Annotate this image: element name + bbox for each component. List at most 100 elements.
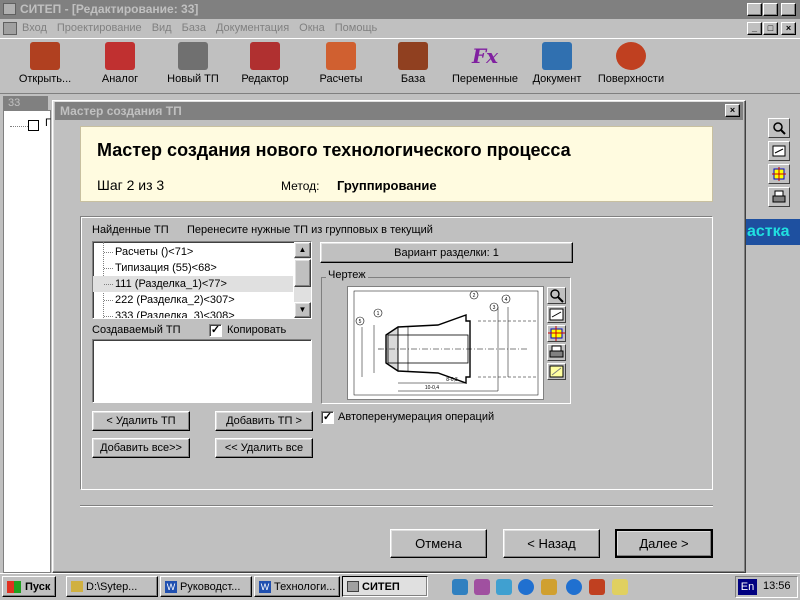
list-item[interactable]: 333 (Разделка_3)<308> (93, 308, 293, 318)
wizard-header: Мастер создания нового технологического … (80, 126, 713, 202)
analog-icon (105, 42, 135, 70)
drawing-preview[interactable]: 1 2 3 4 5 8-0,3 10-0,4 (347, 286, 544, 400)
app-title: СИТЕП - [Редактирование: 33] (20, 2, 199, 16)
tray-icon-3[interactable] (496, 579, 512, 595)
clock: 13:56 (763, 580, 791, 592)
remove-all-button[interactable]: << Удалить все (215, 438, 313, 458)
menu-design[interactable]: Проектирование (57, 19, 142, 38)
ie-icon[interactable] (518, 579, 534, 595)
drawing-print-icon[interactable] (547, 344, 566, 361)
minimize-button[interactable]: _ (747, 3, 762, 16)
doc-icon (3, 22, 17, 35)
copy-checkbox[interactable]: ✓ (209, 324, 222, 337)
editor-icon (250, 42, 280, 70)
doc-restore-button[interactable]: □ (763, 22, 778, 35)
folder-icon (71, 581, 83, 592)
fx-icon: Fx (471, 44, 499, 68)
scroll-thumb[interactable] (294, 259, 311, 287)
add-tp-button[interactable]: Добавить ТП > (215, 411, 313, 431)
app-title-bar: СИТЕП - [Редактирование: 33] _ □ × (0, 0, 800, 19)
add-all-button[interactable]: Добавить все>> (92, 438, 190, 458)
toolbar-calculations-button[interactable]: Расчеты (306, 42, 376, 85)
fit-icon[interactable] (768, 164, 790, 184)
drawing-tag: 1 (377, 311, 380, 317)
toolbar-new-tp-button[interactable]: Новый ТП (158, 42, 228, 85)
tray-icon-1[interactable] (452, 579, 468, 595)
document-icon (542, 42, 572, 70)
taskbar-item-word2[interactable]: W Технологи... (254, 576, 340, 597)
list-item[interactable]: 222 (Разделка_2)<307> (93, 292, 293, 308)
drawing-label: Чертеж (326, 269, 368, 281)
start-button[interactable]: Пуск (2, 576, 56, 597)
toolbar-surfaces-button[interactable]: Поверхности (596, 42, 666, 85)
back-button[interactable]: < Назад (503, 529, 600, 558)
doc-minimize-button[interactable]: _ (747, 22, 762, 35)
toolbar-variables-button[interactable]: Fx Переменные (450, 42, 520, 85)
list-item-selected[interactable]: 111 (Разделка_1)<77> (93, 276, 293, 292)
print-icon[interactable] (768, 187, 790, 207)
menu-windows[interactable]: Окна (299, 19, 325, 38)
surfaces-icon (616, 42, 646, 70)
menu-documentation[interactable]: Документация (216, 19, 289, 38)
copy-label: Копировать (227, 324, 287, 336)
next-button[interactable]: Далее > (615, 529, 713, 558)
tray-icon-2[interactable] (474, 579, 490, 595)
toolbar-open-button[interactable]: Открыть... (10, 42, 80, 85)
method-value: Группирование (337, 178, 437, 193)
side-banner: астка (742, 219, 800, 245)
scroll-down-button[interactable]: ▼ (294, 302, 311, 318)
variant-button[interactable]: Вариант разделки: 1 (320, 242, 573, 263)
menu-help[interactable]: Помощь (335, 19, 378, 38)
windows-logo-icon (7, 580, 21, 593)
wizard-header-title: Мастер создания нового технологического … (97, 140, 571, 160)
dialog-title-bar: Мастер создания ТП × (55, 102, 743, 120)
menu-bar: Вход Проектирование Вид База Документаци… (0, 19, 800, 38)
database-icon (398, 42, 428, 70)
list-item[interactable]: Расчеты ()<71> (93, 244, 293, 260)
drawing-tag: 3 (493, 305, 496, 311)
part-drawing: 1 2 3 4 5 8-0,3 10-0,4 (353, 290, 539, 396)
menu-view[interactable]: Вид (152, 19, 172, 38)
taskbar-item-sitep[interactable]: СИТЕП (342, 576, 428, 597)
menu-login[interactable]: Вход (22, 19, 47, 38)
drawing-dimension: 10-0,4 (425, 385, 439, 391)
drawing-fit-icon[interactable] (547, 325, 566, 342)
toolbar-document-button[interactable]: Документ (522, 42, 592, 85)
drawing-window-icon[interactable] (547, 306, 566, 323)
ie-icon[interactable] (566, 579, 582, 595)
drawing-settings-icon[interactable] (547, 363, 566, 380)
word-icon: W (165, 580, 177, 593)
found-tp-list[interactable]: Расчеты ()<71> Типизация (55)<68> 111 (Р… (92, 241, 312, 319)
taskbar-item-explorer[interactable]: D:\Sytep... (66, 576, 158, 597)
remove-tp-button[interactable]: < Удалить ТП (92, 411, 190, 431)
taskbar-item-word1[interactable]: W Руководст... (160, 576, 252, 597)
tray-icon-5[interactable] (541, 579, 557, 595)
tree-node-label: Г (45, 117, 51, 129)
doc-close-button[interactable]: × (781, 22, 796, 35)
scroll-up-button[interactable]: ▲ (294, 242, 311, 258)
tray-icon-7[interactable] (589, 579, 605, 595)
zoom-icon[interactable] (768, 118, 790, 138)
language-indicator[interactable]: En (738, 579, 757, 595)
close-button[interactable]: × (781, 3, 796, 16)
toolbar-editor-button[interactable]: Редактор (230, 42, 300, 85)
tray-icon-8[interactable] (612, 579, 628, 595)
drawing-dimension: 8-0,3 (446, 377, 458, 383)
toolbar-database-button[interactable]: База (378, 42, 448, 85)
dialog-close-button[interactable]: × (725, 104, 740, 117)
cancel-button[interactable]: Отмена (390, 529, 487, 558)
separator (80, 505, 713, 507)
drawing-tag: 5 (359, 319, 362, 325)
new-tp-icon (178, 42, 208, 70)
found-list-scrollbar[interactable]: ▲ ▼ (294, 242, 311, 318)
created-tp-list[interactable] (92, 339, 312, 403)
dialog-title: Мастер создания ТП (60, 104, 182, 118)
maximize-button[interactable]: □ (763, 3, 778, 16)
drawing-zoom-icon[interactable] (547, 287, 566, 304)
tree-node-box[interactable] (28, 120, 39, 131)
window-icon[interactable] (768, 141, 790, 161)
toolbar-analog-button[interactable]: Аналог (85, 42, 155, 85)
list-item[interactable]: Типизация (55)<68> (93, 260, 293, 276)
menu-database[interactable]: База (182, 19, 206, 38)
autorenum-checkbox[interactable]: ✓ (321, 411, 334, 424)
